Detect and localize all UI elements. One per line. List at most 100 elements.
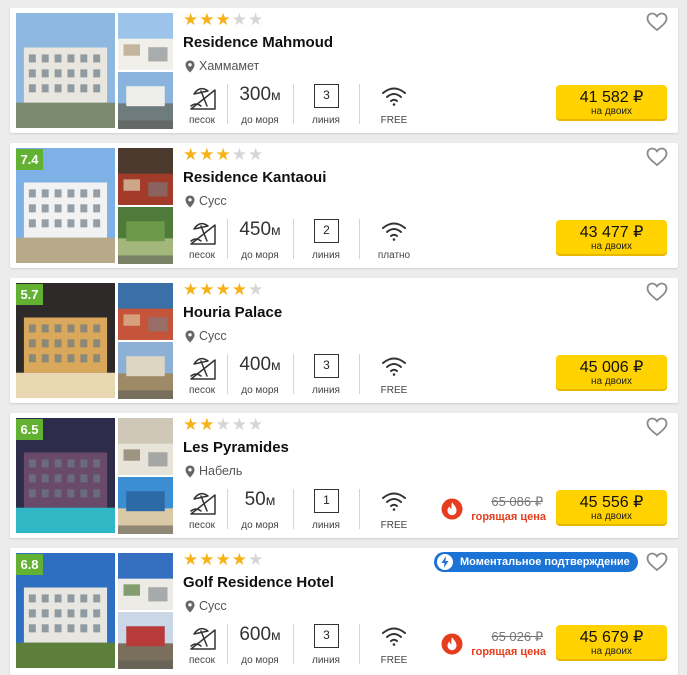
favorite-heart-icon[interactable] (646, 417, 668, 437)
favorite-heart-icon[interactable] (646, 147, 668, 167)
to-sea-label: до моря (241, 385, 279, 396)
star-icon: ★ (231, 415, 247, 435)
divider (359, 489, 360, 529)
distance-to-sea: 600м до моря (230, 622, 290, 666)
wifi-label: FREE (380, 520, 408, 531)
hotel-thumb-photo[interactable] (118, 342, 173, 399)
rating-badge: 6.5 (16, 419, 43, 440)
hotel-name[interactable]: Golf Residence Hotel (183, 574, 334, 591)
star-icon: ★ (199, 550, 215, 570)
hotel-name[interactable]: Residence Mahmoud (183, 34, 333, 51)
hotel-card[interactable]: 7.4 ★ ★ ★ ★ ★ Residence Kantaoui Сусс песок 450м… (10, 143, 678, 268)
hotel-thumb-photo[interactable] (118, 72, 173, 129)
star-rating: ★ ★ ★ ★ ★ (183, 145, 264, 165)
hotel-location: Хаммамет (185, 59, 259, 73)
price-button[interactable]: 45 006 ₽ на двоих (556, 355, 667, 391)
hotel-name[interactable]: Les Pyramides (183, 439, 289, 456)
star-icon: ★ (183, 550, 199, 570)
line-number: 3 (314, 354, 339, 378)
star-rating: ★ ★ ★ ★ ★ (183, 550, 264, 570)
star-icon: ★ (199, 415, 215, 435)
star-icon: ★ (248, 145, 264, 165)
distance-unit: м (271, 222, 281, 238)
hotel-thumb-photo[interactable] (118, 418, 173, 475)
divider (227, 624, 228, 664)
beach-label: песок (188, 385, 216, 396)
price-button[interactable]: 45 556 ₽ на двоих (556, 490, 667, 526)
hotel-name[interactable]: Residence Kantaoui (183, 169, 326, 186)
star-icon: ★ (183, 10, 199, 30)
star-icon: ★ (231, 550, 247, 570)
map-pin-icon (185, 465, 195, 478)
star-icon: ★ (248, 550, 264, 570)
divider (293, 84, 294, 124)
distance-value: 300 (239, 84, 272, 105)
map-pin-icon (185, 195, 195, 208)
line-label: линия (312, 385, 340, 396)
hotel-location: Сусс (185, 329, 227, 343)
hotel-thumb-photo[interactable] (118, 553, 173, 610)
star-icon: ★ (215, 145, 231, 165)
star-icon: ★ (215, 550, 231, 570)
star-icon: ★ (183, 280, 199, 300)
favorite-heart-icon[interactable] (646, 282, 668, 302)
distance-unit: м (271, 627, 281, 643)
divider (293, 489, 294, 529)
star-rating: ★ ★ ★ ★ ★ (183, 280, 264, 300)
price-amount: 45 556 ₽ (579, 494, 644, 511)
price-amount: 43 477 ₽ (579, 224, 644, 241)
hotel-card[interactable]: 5.7 ★ ★ ★ ★ ★ Houria Palace Сусс песок 400м до мо… (10, 278, 678, 403)
star-rating: ★ ★ ★ ★ ★ (183, 10, 263, 30)
distance-value: 600 (239, 624, 272, 645)
divider (359, 219, 360, 259)
hotel-location: Сусс (185, 194, 227, 208)
hotel-thumb-photo[interactable] (118, 207, 173, 264)
divider (293, 624, 294, 664)
star-icon: ★ (199, 280, 215, 300)
divider (227, 489, 228, 529)
beach-type: песок (182, 217, 222, 261)
beach-line: 3 линия (300, 622, 352, 666)
wifi-label: FREE (380, 385, 408, 396)
price-note: на двоих (590, 511, 633, 522)
hotel-thumb-photo[interactable] (118, 612, 173, 669)
price-note: на двоих (590, 241, 633, 252)
price-button[interactable]: 45 679 ₽ на двоих (556, 625, 667, 661)
hotel-thumb-photo[interactable] (118, 13, 173, 70)
hotel-main-photo[interactable] (16, 13, 115, 128)
beach-line: 2 линия (300, 217, 352, 261)
hotel-card[interactable]: 6.8 ★ ★ ★ ★ ★ Golf Residence Hotel Сусс песок 60… (10, 548, 678, 675)
star-icon: ★ (215, 10, 231, 30)
line-label: линия (312, 655, 340, 666)
star-rating: ★ ★ ★ ★ ★ (183, 415, 263, 435)
favorite-heart-icon[interactable] (646, 12, 668, 32)
fire-icon (441, 633, 463, 655)
divider (359, 84, 360, 124)
wifi-info: FREE (366, 487, 422, 531)
beach-label: песок (188, 655, 216, 666)
hotel-thumb-photo[interactable] (118, 477, 173, 534)
distance-value: 50 (244, 489, 266, 510)
hotel-thumb-photo[interactable] (118, 283, 173, 340)
divider (227, 354, 228, 394)
star-icon: ★ (231, 10, 247, 30)
hotel-thumb-photo[interactable] (118, 148, 173, 205)
hotel-card[interactable]: ★ ★ ★ ★ ★ Residence Mahmoud Хаммамет песок 300м… (10, 8, 678, 133)
price-button[interactable]: 43 477 ₽ на двоих (556, 220, 667, 256)
favorite-heart-icon[interactable] (646, 552, 668, 572)
star-icon: ★ (248, 280, 264, 300)
star-icon: ★ (183, 145, 199, 165)
divider (359, 624, 360, 664)
price-amount: 45 679 ₽ (579, 629, 644, 646)
hot-price-label: горящая цена (471, 646, 546, 658)
beach-type: песок (182, 352, 222, 396)
instant-confirmation-badge: Моментальное подтверждение (434, 552, 638, 572)
price-button[interactable]: 41 582 ₽ на двоих (556, 85, 667, 121)
location-label: Сусс (199, 329, 227, 343)
beach-line: 1 линия (300, 487, 352, 531)
hotel-card[interactable]: 6.5 ★ ★ ★ ★ ★ Les Pyramides Набель песок 50м до м… (10, 413, 678, 538)
distance-to-sea: 400м до моря (230, 352, 290, 396)
hotel-name[interactable]: Houria Palace (183, 304, 282, 321)
distance-value: 400 (239, 354, 272, 375)
beach-label: песок (188, 115, 216, 126)
